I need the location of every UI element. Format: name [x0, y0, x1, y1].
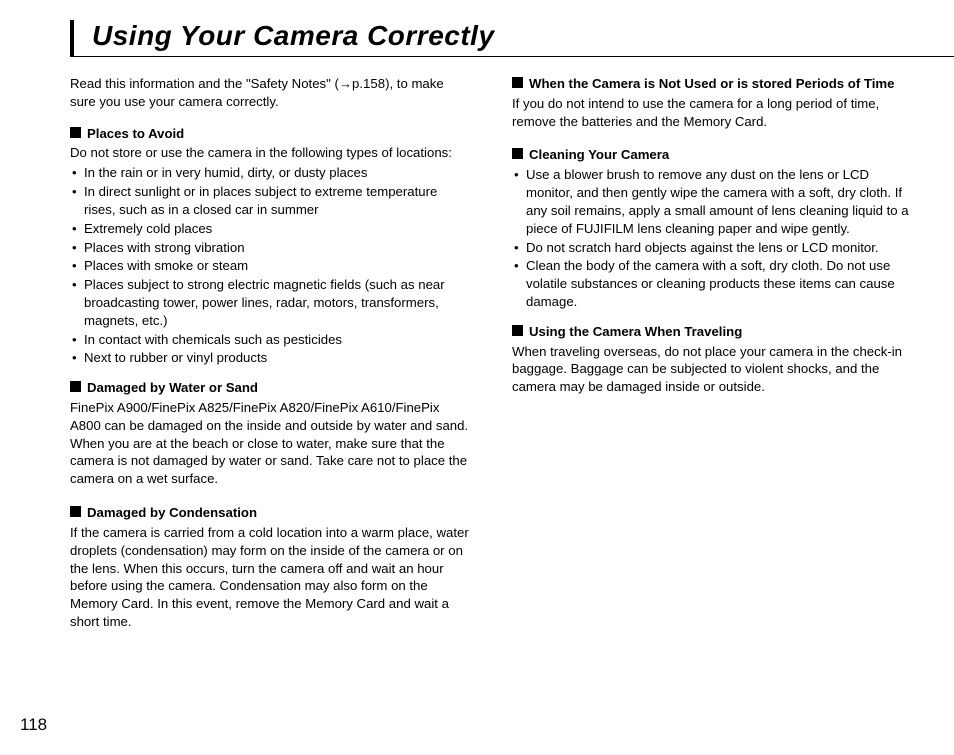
section-heading: Places to Avoid [87, 125, 184, 143]
section-body: When traveling overseas, do not place yo… [512, 343, 914, 396]
section-heading: When the Camera is Not Used or is stored… [529, 75, 894, 93]
square-bullet-icon [70, 381, 81, 392]
list-item: Next to rubber or vinyl products [70, 349, 472, 367]
cleaning-list: Use a blower brush to remove any dust on… [512, 166, 914, 311]
section-traveling: Using the Camera When Traveling [512, 323, 914, 341]
square-bullet-icon [512, 77, 523, 88]
list-item: Extremely cold places [70, 220, 472, 238]
intro-part1: Read this information and the "Safety No… [70, 76, 339, 91]
section-condensation: Damaged by Condensation [70, 504, 472, 522]
list-item: Places subject to strong electric magnet… [70, 276, 472, 329]
list-item: Use a blower brush to remove any dust on… [512, 166, 914, 237]
list-item: In direct sunlight or in places subject … [70, 183, 472, 219]
section-heading: Damaged by Condensation [87, 504, 257, 522]
title-underline [74, 56, 954, 57]
section-water-sand: Damaged by Water or Sand [70, 379, 472, 397]
list-item: In the rain or in very humid, dirty, or … [70, 164, 472, 182]
list-item: Places with smoke or steam [70, 257, 472, 275]
square-bullet-icon [70, 506, 81, 517]
page-title: Using Your Camera Correctly [92, 20, 914, 52]
intro-text: Read this information and the "Safety No… [70, 75, 472, 111]
list-item: Clean the body of the camera with a soft… [512, 257, 914, 310]
left-column: Read this information and the "Safety No… [70, 75, 472, 633]
section-body: If you do not intend to use the camera f… [512, 95, 914, 131]
section-cleaning: Cleaning Your Camera [512, 146, 914, 164]
title-bar: Using Your Camera Correctly [70, 20, 914, 57]
content-columns: Read this information and the "Safety No… [70, 75, 914, 633]
section-places-to-avoid: Places to Avoid [70, 125, 472, 143]
section-storage: When the Camera is Not Used or is stored… [512, 75, 914, 93]
list-item: Do not scratch hard objects against the … [512, 239, 914, 257]
square-bullet-icon [512, 325, 523, 336]
section-heading: Cleaning Your Camera [529, 146, 669, 164]
list-item: In contact with chemicals such as pestic… [70, 331, 472, 349]
section-body: If the camera is carried from a cold loc… [70, 524, 472, 631]
manual-page: Using Your Camera Correctly Read this in… [0, 0, 954, 755]
right-column: When the Camera is Not Used or is stored… [512, 75, 914, 633]
section-body: Do not store or use the camera in the fo… [70, 144, 472, 162]
list-item: Places with strong vibration [70, 239, 472, 257]
section-body: FinePix A900/FinePix A825/FinePix A820/F… [70, 399, 472, 488]
square-bullet-icon [512, 148, 523, 159]
page-reference: →p.158 [339, 76, 385, 91]
section-heading: Using the Camera When Traveling [529, 323, 742, 341]
square-bullet-icon [70, 127, 81, 138]
section-heading: Damaged by Water or Sand [87, 379, 258, 397]
places-list: In the rain or in very humid, dirty, or … [70, 164, 472, 367]
page-number: 118 [20, 715, 47, 735]
